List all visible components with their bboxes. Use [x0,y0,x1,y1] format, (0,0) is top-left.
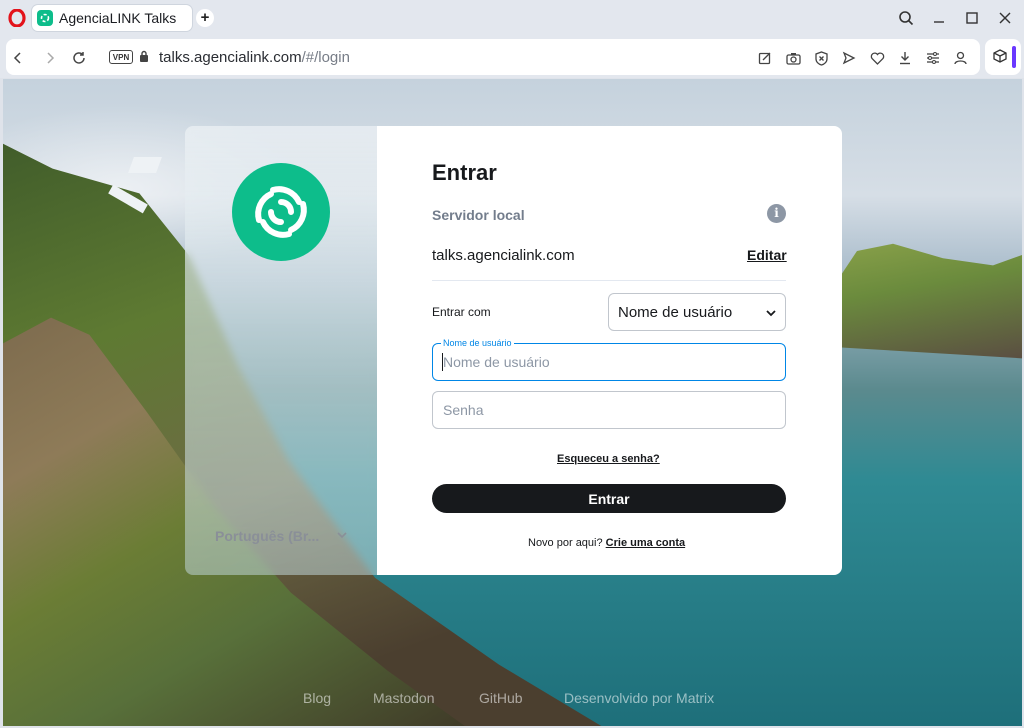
footer-link-blog[interactable]: Blog [303,690,331,706]
edit-page-icon[interactable] [756,49,774,67]
username-placeholder: Nome de usuário [443,354,550,370]
shield-icon[interactable] [812,49,830,67]
tab-title: AgenciaLINK Talks [59,10,177,26]
reload-icon[interactable] [70,49,88,67]
opera-logo-icon[interactable] [8,9,26,27]
browser-navbar: VPN talks.agencialink.com/#/login [0,36,1024,78]
chevron-down-icon[interactable] [336,529,348,541]
new-here-label: Novo por aqui? [528,537,603,549]
heart-icon[interactable] [868,49,886,67]
url-text[interactable]: talks.agencialink.com/#/login [159,49,350,66]
sidebar-indicator [1012,46,1016,68]
password-input[interactable]: Senha [432,391,786,429]
url-path: /#/login [301,49,350,66]
page-title: Entrar [432,160,497,185]
maximize-icon[interactable] [962,8,982,28]
element-logo-icon [232,163,330,261]
server-value: talks.agencialink.com [432,247,575,264]
info-icon[interactable]: i [767,204,786,223]
download-icon[interactable] [896,49,914,67]
easy-setup-icon[interactable] [924,49,942,67]
vpn-badge[interactable]: VPN [109,50,133,64]
cube-icon [993,49,1007,63]
back-icon[interactable] [9,49,27,67]
submit-button[interactable]: Entrar [432,484,786,513]
language-selector[interactable]: Português (Br... [215,528,319,544]
url-host: talks.agencialink.com [159,49,302,66]
login-with-label: Entrar com [432,305,491,319]
browser-titlebar: AgenciaLINK Talks + [0,0,1024,36]
send-icon[interactable] [840,49,858,67]
element-favicon-icon [37,10,53,26]
password-placeholder: Senha [443,402,484,418]
divider [432,280,786,281]
browser-tab[interactable]: AgenciaLINK Talks [32,5,192,31]
username-input[interactable]: Nome de usuário Nome de usuário [432,338,786,381]
edit-server-link[interactable]: Editar [747,247,787,263]
footer-link-matrix[interactable]: Desenvolvido por Matrix [564,690,714,706]
lock-icon[interactable] [139,50,149,63]
create-account-link[interactable]: Crie uma conta [606,537,685,549]
profile-icon[interactable] [951,49,969,67]
login-method-select[interactable]: Nome de usuário [608,293,786,331]
snow-patch [128,157,162,173]
address-bar[interactable]: VPN talks.agencialink.com/#/login [6,39,980,75]
server-label: Servidor local [432,207,525,223]
footer-link-mastodon[interactable]: Mastodon [373,690,434,706]
new-tab-button[interactable]: + [196,9,214,27]
login-method-value: Nome de usuário [618,303,733,321]
text-caret [442,353,443,371]
forward-icon[interactable] [41,49,59,67]
close-icon[interactable] [995,8,1015,28]
search-tabs-icon[interactable] [896,8,916,28]
new-here-text: Novo por aqui? Crie uma conta [528,537,685,549]
background-hill [833,243,1022,359]
chevron-down-icon [766,310,776,317]
forgot-password-link[interactable]: Esqueceu a senha? [557,453,660,465]
minimize-icon[interactable] [929,8,949,28]
username-floating-label: Nome de usuário [441,338,514,348]
camera-icon[interactable] [784,49,802,67]
footer-link-github[interactable]: GitHub [479,690,523,706]
